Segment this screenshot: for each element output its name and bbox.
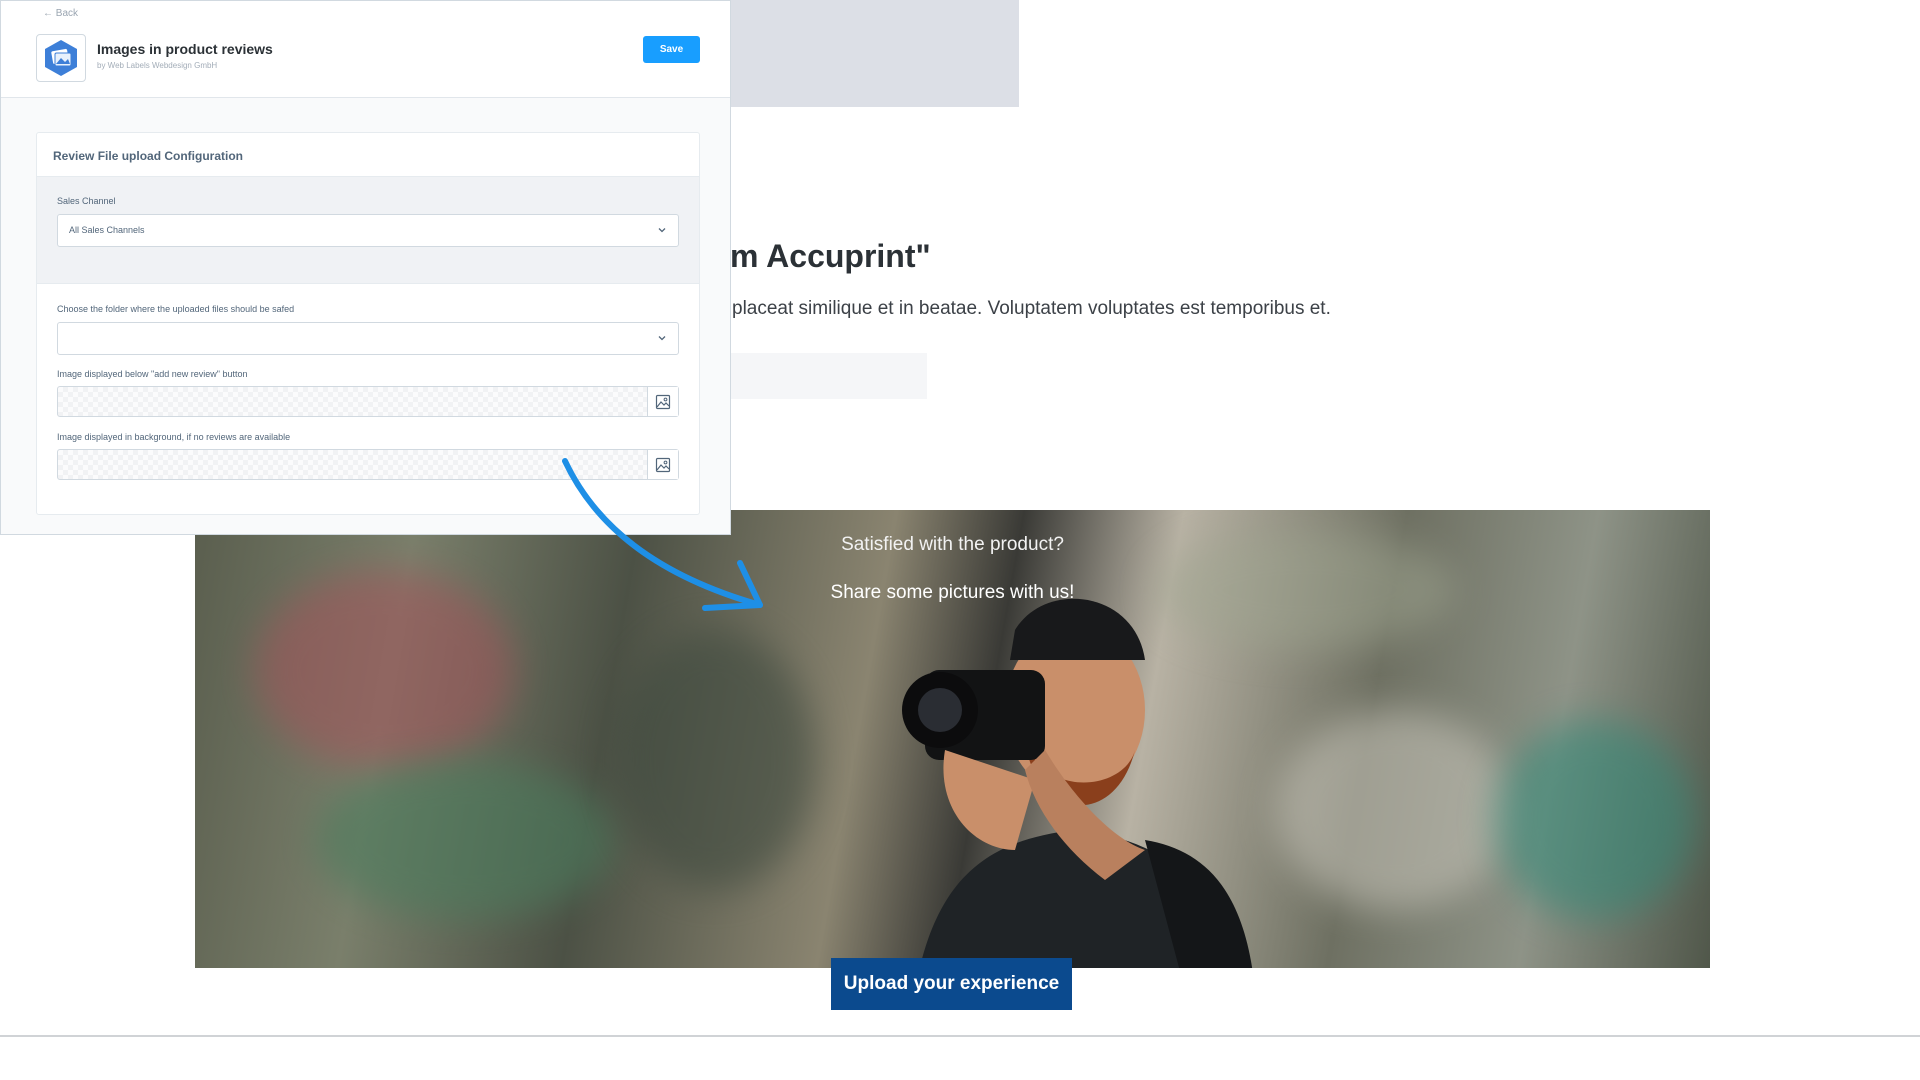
hero-heading: Satisfied with the product? bbox=[841, 534, 1064, 555]
image-icon bbox=[655, 457, 671, 472]
image-below-button-label: Image displayed below "add new review" b… bbox=[57, 369, 248, 379]
image-picker-button[interactable] bbox=[647, 387, 678, 416]
hero-subheading: Share some pictures with us! bbox=[830, 582, 1075, 603]
image-below-button-field[interactable] bbox=[57, 386, 679, 417]
image-background-label: Image displayed in background, if no rev… bbox=[57, 432, 291, 442]
card-title: Review File upload Configuration bbox=[53, 149, 244, 163]
save-button[interactable]: Save bbox=[643, 36, 700, 63]
app-title: Images in product reviews bbox=[97, 41, 273, 57]
admin-header: ← Back Images in product reviews by Web … bbox=[1, 1, 730, 98]
top-banner-placeholder bbox=[720, 0, 1019, 107]
chevron-down-icon bbox=[658, 336, 666, 341]
footer-divider bbox=[0, 1035, 1920, 1037]
folder-select[interactable] bbox=[57, 322, 679, 355]
folder-label: Choose the folder where the uploaded fil… bbox=[57, 304, 295, 314]
product-description: placeat similique et in beatae. Voluptat… bbox=[732, 298, 1331, 319]
config-card: Review File upload Configuration Sales C… bbox=[36, 132, 700, 515]
back-link[interactable]: ← Back bbox=[43, 8, 78, 19]
sales-channel-label: Sales Channel bbox=[57, 196, 116, 206]
upload-experience-button[interactable]: Upload your experience bbox=[831, 958, 1072, 1010]
sales-channel-select[interactable]: All Sales Channels bbox=[57, 214, 679, 247]
product-title: m Accuprint" bbox=[730, 238, 931, 274]
image-icon bbox=[655, 394, 671, 409]
images-app-icon bbox=[36, 34, 86, 82]
photographer-figure bbox=[902, 598, 1253, 968]
app-vendor: by Web Labels Webdesign GmbH bbox=[97, 61, 218, 70]
content-placeholder-bar bbox=[720, 353, 927, 399]
review-hero-image: Satisfied with the product? Share some p… bbox=[195, 510, 1710, 968]
sales-channel-section: Sales Channel All Sales Channels bbox=[37, 177, 699, 284]
image-background-field[interactable] bbox=[57, 449, 679, 480]
admin-config-panel: ← Back Images in product reviews by Web … bbox=[0, 0, 731, 535]
screenshot-stage: m Accuprint" placeat similique et in bea… bbox=[0, 0, 1920, 1080]
image-picker-button[interactable] bbox=[647, 450, 678, 479]
chevron-down-icon bbox=[658, 228, 666, 233]
sales-channel-value: All Sales Channels bbox=[69, 225, 145, 235]
